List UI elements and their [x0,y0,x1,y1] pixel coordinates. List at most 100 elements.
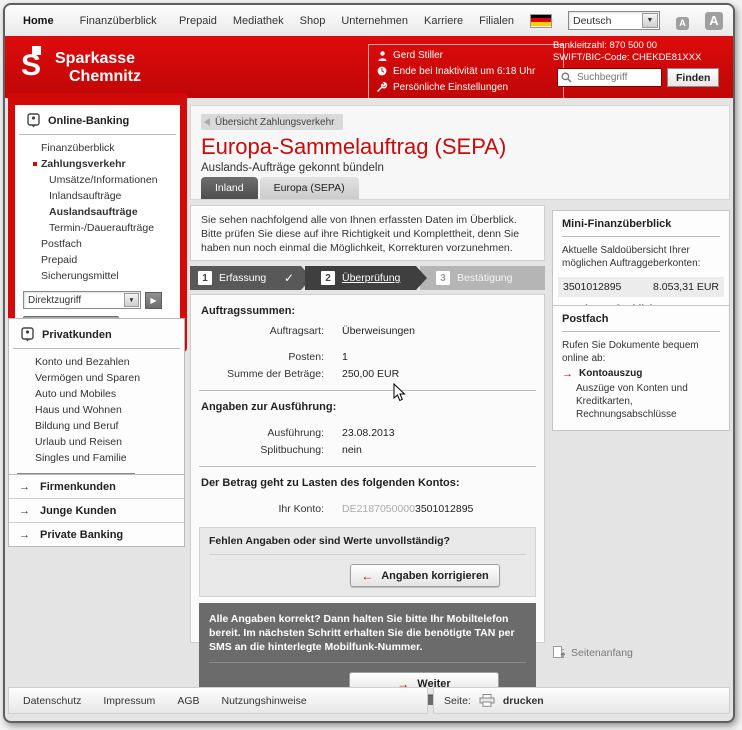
sidebar-item-auto[interactable]: Auto und Mobiles [9,386,184,402]
arrow-right-icon: → [19,529,30,541]
sidebar-item-haus[interactable]: Haus und Wohnen [9,402,184,418]
sidebar-item-prepaid[interactable]: Prepaid [15,252,180,268]
execution-row-ausfuehrung: Ausführung:23.08.2013 [199,427,536,439]
summary-heading: Auftragssummen: [201,305,536,317]
summary-row-posten: Posten:1 [199,351,536,363]
nav-unternehmen[interactable]: Unternehmen [341,15,408,27]
footer-impressum[interactable]: Impressum [103,695,155,707]
arrow-left-icon: ← [361,569,373,583]
sidebar-item-sicherungsmittel[interactable]: Sicherungsmittel [15,268,180,284]
checkmark-icon: ✓ [284,271,294,285]
sidebar-item-zahlungsverkehr[interactable]: Zahlungsverkehr [15,156,180,172]
nav-home[interactable]: Home [23,15,54,27]
search-icon [561,69,574,87]
sidebar-item-auslandsauftraege[interactable]: Auslandsaufträge [15,204,180,220]
account-row: Ihr Konto: DE21870500003501012895 [199,503,536,515]
kontoauszug-subtext: Auszüge von Konten und Kreditkarten, Rec… [576,382,720,421]
sidebar-item-umsaetze[interactable]: Umsätze/Informationen [15,172,180,188]
direktzugriff-select[interactable]: Direktzugriff ▼ [23,291,141,309]
footer-agb[interactable]: AGB [177,695,199,707]
font-size-large-button[interactable]: A [705,12,723,30]
arrow-right-icon: → [19,505,30,517]
nav-shop[interactable]: Shop [300,15,326,27]
nav-finanzueberblick[interactable]: Finanzüberblick [80,15,157,27]
sidebar-item-finanzueberblick[interactable]: Finanzüberblick [15,140,180,156]
correct-data-button[interactable]: ← Angaben korrigieren [350,564,500,587]
postfach-panel: Postfach Rufen Sie Dokumente bequem onli… [552,305,730,431]
nav-karriere[interactable]: Karriere [424,15,463,27]
correction-box: Fehlen Angaben oder sind Werte unvollstä… [199,527,536,597]
font-size-small-button[interactable]: A [676,17,689,30]
brand-header: S Sparkasse Chemnitz Gerd Stiller Ende b… [5,36,733,98]
sidebar-item-vermoegen[interactable]: Vermögen und Sparen [9,370,184,386]
step-erfassung[interactable]: 1 Erfassung ✓ [190,266,312,290]
page-top-link[interactable]: Seitenanfang [553,646,633,659]
direktzugriff-go-button[interactable]: ▶ [145,292,162,309]
kontoauszug-link[interactable]: → Kontoauszug [562,368,720,380]
correction-question: Fehlen Angaben oder sind Werte unvollstä… [209,535,526,555]
footer-links-bar: Datenschutz Impressum AGB Nutzungshinwei… [8,687,428,714]
chevron-down-icon[interactable]: ▼ [124,293,139,307]
order-review-panel: Auftragssummen: Auftragsart:Überweisunge… [190,294,545,643]
tab-inland[interactable]: Inland [201,177,258,199]
account-balance-row[interactable]: 3501012895 8.053,31 EUR [558,277,724,297]
red-bullet-icon [33,162,37,166]
sidebar-item-terminauftraege[interactable]: Termin-/Daueraufträge [15,220,180,236]
confirm-text: Alle Angaben korrekt? Dann halten Sie bi… [209,612,526,663]
sidebar-item-urlaub[interactable]: Urlaub und Reisen [9,434,184,450]
personal-settings-label: Persönliche Einstellungen [393,82,508,93]
summary-row-summe: Summe der Beträge:250,00 EUR [199,368,536,380]
printer-icon[interactable] [479,694,495,707]
top-navigation: Home Finanzüberblick Prepaid Mediathek S… [5,5,733,37]
postfach-title: Postfach [562,313,720,332]
search-input[interactable] [575,71,659,84]
arrow-right-icon: → [562,368,573,380]
sidebar-item-firmenkunden[interactable]: → Firmenkunden [9,475,184,499]
online-banking-panel: Online-Banking Finanzüberblick Zahlungsv… [8,98,187,352]
nav-mediathek[interactable]: Mediathek [233,15,284,27]
footer-print-bar: Seite: drucken [433,687,730,714]
step-number: 2 [321,271,335,285]
german-flag-icon [530,14,552,28]
sparkasse-s-icon: S [21,46,47,80]
nav-filialen[interactable]: Filialen [479,15,514,27]
sidebar-item-postfach[interactable]: Postfach [15,236,180,252]
step-ueberpruefung[interactable]: 2 Überprüfung [305,266,427,290]
tab-europa-sepa[interactable]: Europa (SEPA) [260,177,359,199]
progress-steps: 1 Erfassung ✓ 2 Überprüfung 3 Bestätigun… [190,266,545,290]
sidebar-item-junge-kunden[interactable]: → Junge Kunden [9,499,184,523]
intro-text-box: Sie sehen nachfolgend alle von Ihnen erf… [190,205,545,261]
sidebar-item-konto-bezahlen[interactable]: Konto und Bezahlen [9,354,184,370]
sidebar-item-singles[interactable]: Singles und Familie [9,450,184,466]
execution-heading: Angaben zur Ausführung: [201,401,536,413]
page-title: Europa-Sammelauftrag (SEPA) [201,134,506,160]
step-number: 1 [198,271,212,285]
session-timeout: Ende bei Inaktivität um 6:18 Uhr [393,66,535,77]
language-select[interactable]: Deutsch ▼ [568,11,660,30]
page-up-icon [553,646,565,659]
sidebar-item-inlandsauftraege[interactable]: Inlandsaufträge [15,188,180,204]
clock-icon [377,66,387,76]
iban-prefix: DE2187050000 [342,503,415,515]
user-session-box: Gerd Stiller Ende bei Inaktivität um 6:1… [368,44,564,99]
footer-datenschutz[interactable]: Datenschutz [23,695,81,707]
sidebar-item-private-banking[interactable]: → Private Banking [9,523,184,546]
mini-finanzueberblick-title: Mini-Finanzüberblick [562,218,720,237]
page-header-panel: Übersicht Zahlungsverkehr Europa-Sammela… [190,105,730,200]
chevron-down-icon[interactable]: ▼ [642,13,658,28]
breadcrumb[interactable]: Übersicht Zahlungsverkehr [201,114,343,130]
sparkasse-logo[interactable]: S Sparkasse Chemnitz [21,46,141,86]
execution-row-splitbuchung: Splitbuchung:nein [199,444,536,456]
search-submit-button[interactable]: Finden [667,68,719,87]
user-icon [377,51,387,61]
wrench-icon [377,82,387,92]
print-link[interactable]: drucken [503,695,544,707]
account-number: 3501012895 [563,281,621,293]
step-bestaetigung: 3 Bestätigung [420,266,545,290]
footer-nutzungshinweise[interactable]: Nutzungshinweise [222,695,307,707]
personal-settings-link[interactable]: Persönliche Einstellungen [377,82,555,93]
sidebar-item-bildung[interactable]: Bildung und Beruf [9,418,184,434]
account-balance: 8.053,31 EUR [653,281,719,293]
nav-prepaid[interactable]: Prepaid [179,15,217,27]
step-number: 3 [436,271,450,285]
